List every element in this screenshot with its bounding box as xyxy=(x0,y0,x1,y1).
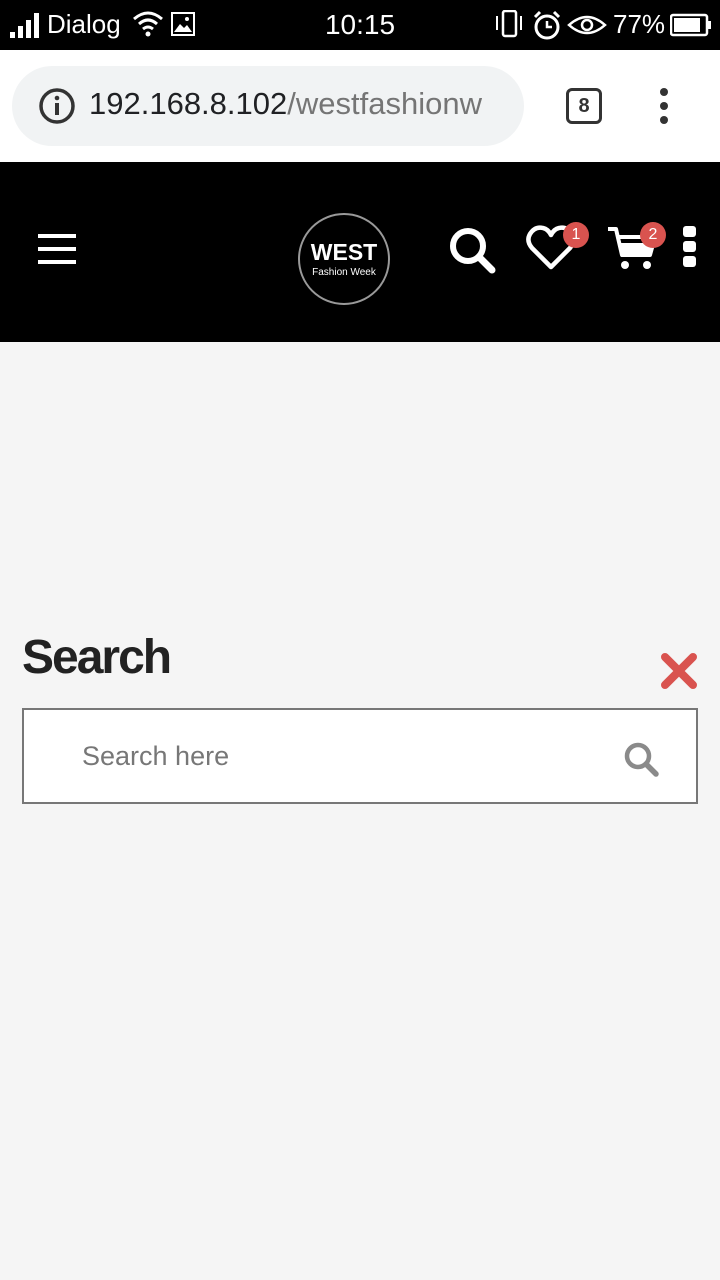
site-header: WEST Fashion Week 1 2 xyxy=(0,162,720,342)
info-icon[interactable] xyxy=(38,87,76,125)
site-logo[interactable]: WEST Fashion Week xyxy=(298,213,390,305)
tab-switcher-button[interactable]: 8 xyxy=(566,88,602,124)
search-icon[interactable] xyxy=(447,225,497,275)
search-input[interactable] xyxy=(80,732,604,780)
logo-title: WEST xyxy=(310,239,378,265)
eye-icon xyxy=(567,15,607,35)
search-submit-icon[interactable] xyxy=(622,740,660,778)
clock: 10:15 xyxy=(324,9,396,40)
battery-level: 77% xyxy=(613,9,666,39)
alarm-icon xyxy=(533,10,561,40)
battery-icon xyxy=(670,13,711,37)
wishlist-count-badge: 1 xyxy=(563,222,589,248)
url-text[interactable]: 192.168.8.102/westfashionw xyxy=(89,86,514,122)
status-bar: Dialog 10:15 77% xyxy=(0,0,720,50)
more-icon[interactable] xyxy=(682,226,698,268)
url-host: 192.168.8.102 xyxy=(89,86,288,121)
vibrate-icon xyxy=(496,10,522,38)
search-box xyxy=(22,708,698,804)
menu-dots-icon[interactable] xyxy=(654,87,674,125)
url-path: /westfashionw xyxy=(287,86,482,121)
cart-count-badge: 2 xyxy=(640,222,666,248)
close-icon[interactable] xyxy=(660,652,698,690)
search-panel-title: Search xyxy=(22,631,172,684)
logo-subtitle: Fashion Week xyxy=(312,267,376,278)
hamburger-icon[interactable] xyxy=(38,232,76,266)
url-bar[interactable]: 192.168.8.102/westfashionw xyxy=(12,66,524,146)
browser-toolbar: 192.168.8.102/westfashionw 8 xyxy=(0,50,720,162)
